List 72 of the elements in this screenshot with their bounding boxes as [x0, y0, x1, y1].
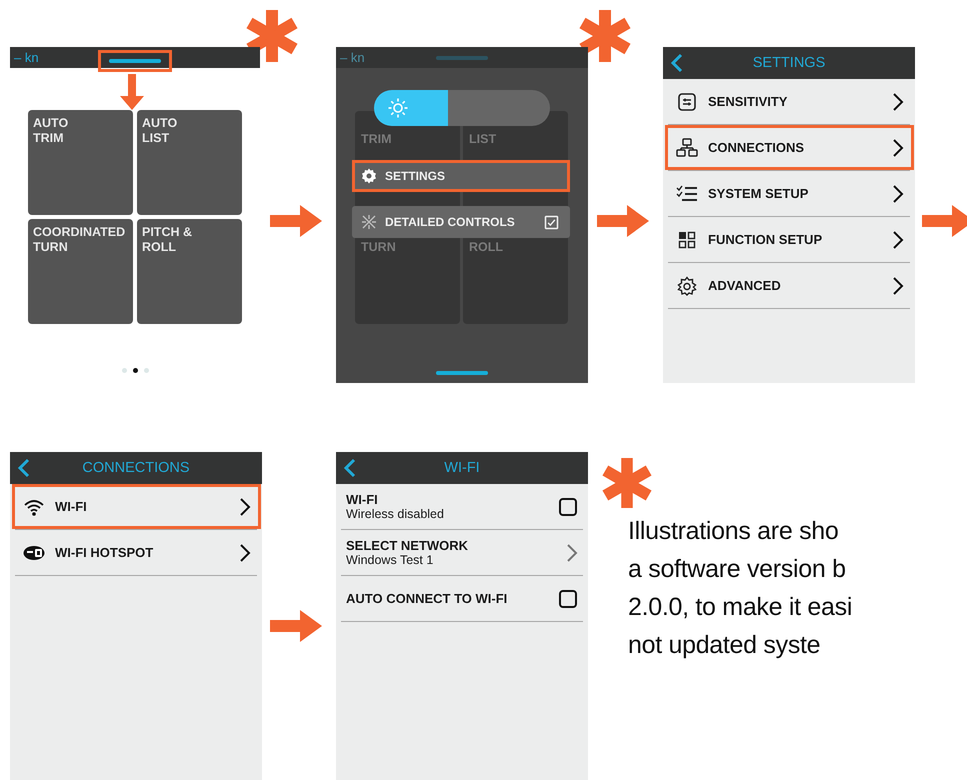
chevron-icon	[892, 92, 904, 112]
chevron-icon	[239, 496, 251, 516]
row-label: WI-FI	[55, 499, 88, 514]
gear-icon	[361, 168, 377, 184]
checkbox[interactable]	[558, 496, 578, 516]
row-label: CONNECTIONS	[708, 140, 806, 155]
settings-row[interactable]: AUTO CONNECT TO WI-FI	[341, 576, 583, 622]
menu-row[interactable]: FUNCTION SETUP	[668, 217, 910, 263]
arrows-icon	[361, 214, 377, 230]
chevron-icon	[892, 230, 904, 250]
checkbox[interactable]	[558, 588, 578, 608]
grid-icon	[676, 230, 698, 250]
menu-item[interactable]: DETAILED CONTROLS	[352, 206, 570, 238]
down-arrow-icon	[120, 74, 144, 110]
menu-item[interactable]: SETTINGS	[352, 160, 570, 192]
row-label: SENSITIVITY	[708, 94, 788, 109]
screen-title: WI-FI	[443, 460, 481, 476]
chevron-icon	[892, 138, 904, 158]
brightness-slider[interactable]	[374, 90, 550, 126]
speed-readout: – kn	[14, 50, 39, 65]
arrow-icon	[270, 610, 322, 642]
function-tile[interactable]: COORDINATED TURN	[28, 219, 133, 324]
row-title: AUTO CONNECT TO WI-FI	[346, 591, 508, 606]
sliders-icon	[676, 92, 698, 112]
arrow-icon	[597, 205, 649, 237]
back-icon[interactable]	[17, 458, 31, 478]
chevron-icon	[566, 542, 578, 562]
screen-title: SETTINGS	[752, 55, 826, 71]
function-tile[interactable]: AUTO LIST	[137, 110, 242, 215]
row-subtitle: Wireless disabled	[346, 507, 445, 521]
back-icon[interactable]	[343, 458, 357, 478]
screen-title: CONNECTIONS	[81, 460, 191, 476]
chevron-icon	[892, 184, 904, 204]
function-tile[interactable]: PITCH & ROLL	[137, 219, 242, 324]
asterisk-icon	[578, 10, 632, 62]
speed-readout: – kn	[340, 50, 365, 65]
chevron-icon	[892, 276, 904, 296]
pull-handle[interactable]	[98, 50, 172, 72]
page-dot[interactable]	[122, 368, 126, 373]
note-line: a software version b	[628, 554, 847, 585]
settings-row[interactable]: WI-FI Wireless disabled	[341, 484, 583, 530]
gear-icon	[676, 276, 698, 296]
note-line: Illustrations are sho	[628, 516, 840, 547]
menu-row[interactable]: ADVANCED	[668, 263, 910, 309]
row-label: FUNCTION SETUP	[708, 232, 824, 247]
pull-handle[interactable]	[436, 371, 488, 375]
asterisk-icon	[600, 458, 654, 508]
arrow-icon	[922, 205, 967, 237]
page-dot[interactable]	[132, 368, 138, 373]
row-label: ADVANCED	[708, 278, 782, 293]
note-line: not updated syste	[628, 630, 822, 661]
menu-row[interactable]: WI-FI	[15, 484, 257, 530]
row-label: WI-FI HOTSPOT	[55, 545, 154, 560]
chevron-icon	[239, 542, 251, 562]
menu-row[interactable]: WI-FI HOTSPOT	[15, 530, 257, 576]
checklist-icon	[676, 184, 698, 204]
sun-icon	[388, 98, 408, 118]
item-label: SETTINGS	[385, 169, 446, 183]
menu-row[interactable]: SENSITIVITY	[668, 79, 910, 125]
row-title: SELECT NETWORK	[346, 538, 470, 553]
page-dot[interactable]	[144, 368, 148, 373]
row-subtitle: Windows Test 1	[346, 553, 434, 567]
row-label: SYSTEM SETUP	[708, 186, 810, 201]
back-icon[interactable]	[670, 53, 684, 73]
menu-row[interactable]: CONNECTIONS	[668, 125, 910, 171]
settings-row[interactable]: SELECT NETWORK Windows Test 1	[341, 530, 583, 576]
menu-row[interactable]: SYSTEM SETUP	[668, 171, 910, 217]
function-tile[interactable]: AUTO TRIM	[28, 110, 133, 215]
network-icon	[676, 138, 698, 158]
row-title: WI-FI	[346, 492, 379, 507]
arrow-icon	[270, 205, 322, 237]
note-line: 2.0.0, to make it easi	[628, 592, 852, 623]
